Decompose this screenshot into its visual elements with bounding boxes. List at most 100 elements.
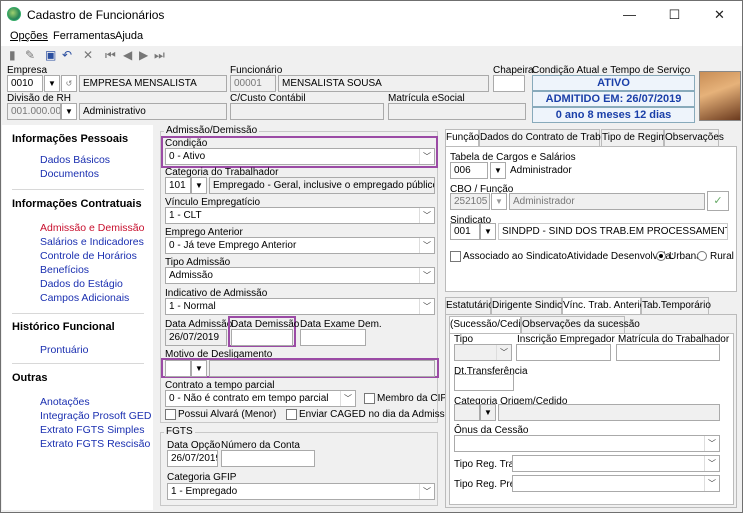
- refresh-icon[interactable]: ↺: [61, 75, 77, 92]
- sidebar-item-beneficios[interactable]: Benefícios: [40, 264, 89, 276]
- sidebar-item-anotacoes[interactable]: Anotações: [40, 396, 90, 408]
- categoria-origem-dropdown[interactable]: ▼: [480, 404, 496, 421]
- tab-observacoes[interactable]: Observações: [664, 129, 724, 146]
- associado-checkbox[interactable]: [450, 251, 461, 262]
- first-record-icon[interactable]: ⏮: [105, 48, 116, 62]
- alvara-checkbox[interactable]: [165, 409, 176, 420]
- indicativo-select[interactable]: 1 - Normal ﹀: [165, 298, 435, 315]
- sidebar-item-estagio[interactable]: Dados do Estágio: [40, 278, 123, 290]
- main-window: Cadastro de Funcionários — ☐ ✕ Opções Fe…: [0, 0, 743, 513]
- cbo-code-field[interactable]: 252105: [450, 193, 490, 210]
- sidebar-item-fgts-simples[interactable]: Extrato FGTS Simples: [40, 424, 144, 436]
- save-icon[interactable]: ▣: [45, 48, 56, 62]
- tab-sucessao-cedido[interactable]: (Sucessão/Cedido): [449, 316, 535, 334]
- data-exame-field[interactable]: [300, 329, 366, 346]
- sidebar-item-prontuario[interactable]: Prontuário: [40, 344, 88, 356]
- sidebar-section-historico: Histórico Funcional: [12, 321, 115, 333]
- rural-label: Rural: [710, 251, 734, 262]
- toolbar: ▮ ✎ ▣ ↶ ✕ ⏮ ◀ ▶ ⏭: [1, 46, 742, 64]
- next-record-icon[interactable]: ▶: [139, 48, 148, 62]
- tab-vinc-trab-anterior[interactable]: Vínc. Trab. Anterior: [562, 297, 649, 315]
- chevron-down-icon: ﹀: [419, 238, 434, 253]
- last-record-icon[interactable]: ⏭: [154, 48, 165, 62]
- gfip-select[interactable]: 1 - Empregado ﹀: [167, 483, 435, 500]
- menu-opcoes[interactable]: Opções: [10, 30, 48, 42]
- onus-select[interactable]: ﹀: [454, 435, 720, 452]
- data-opcao-field[interactable]: 26/07/2019: [167, 450, 218, 467]
- tab-observacoes-sucessao[interactable]: Observações da sucessão: [521, 316, 640, 333]
- sidebar-item-horarios[interactable]: Controle de Horários: [40, 250, 137, 262]
- sidebar-item-salarios[interactable]: Salários e Indicadores: [40, 236, 144, 248]
- custo-field[interactable]: [230, 103, 384, 120]
- cbo-dropdown-button[interactable]: ▼: [491, 193, 507, 210]
- edit-pencil-icon[interactable]: ✎: [25, 48, 35, 62]
- tipo-select[interactable]: ﹀: [454, 344, 512, 361]
- tab-temporario[interactable]: Tab.Temporário: [641, 297, 711, 314]
- inscricao-field[interactable]: [516, 344, 611, 361]
- sidebar-divider: [12, 189, 144, 190]
- sidebar-item-dados-basicos[interactable]: Dados Básicos: [40, 154, 110, 166]
- categoria-desc-field: Empregado - Geral, inclusive o empregado…: [209, 177, 435, 194]
- chapeira-field[interactable]: [493, 75, 525, 92]
- tab-dados-contrato[interactable]: Dados do Contrato de Trabalho: [479, 129, 620, 146]
- tabela-code-field[interactable]: 006: [450, 162, 488, 179]
- motivo-code-field[interactable]: [165, 360, 191, 377]
- menu-ajuda[interactable]: Ajuda: [115, 30, 143, 42]
- chevron-down-icon: ﹀: [704, 436, 719, 451]
- contrato-parcial-select[interactable]: 0 - Não é contrato em tempo parcial ﹀: [165, 390, 356, 407]
- empresa-dropdown-button[interactable]: ▼: [44, 75, 60, 92]
- matricula-trab-field[interactable]: [616, 344, 720, 361]
- vinculo-select[interactable]: 1 - CLT ﹀: [165, 207, 435, 224]
- tipo-admissao-select[interactable]: Admissão ﹀: [165, 267, 435, 284]
- sindicato-dropdown-button[interactable]: ▼: [480, 223, 496, 240]
- check-icon[interactable]: ✓: [707, 191, 729, 211]
- minimize-button[interactable]: —: [607, 1, 652, 28]
- tab-estatutario[interactable]: Estatutário: [445, 297, 494, 314]
- categoria-dropdown-button[interactable]: ▼: [191, 177, 207, 194]
- close-button[interactable]: ✕: [697, 1, 742, 28]
- categoria-origem-code[interactable]: [454, 404, 480, 421]
- delete-icon[interactable]: ✕: [83, 48, 93, 62]
- sindicato-desc-field: SINDPD - SIND DOS TRAB.EM PROCESSAMENTO …: [498, 223, 728, 240]
- sindicato-code-field[interactable]: 001: [450, 223, 480, 240]
- chevron-down-icon: ﹀: [419, 149, 434, 164]
- condicao-value: 0 - Ativo: [169, 151, 206, 162]
- conta-field[interactable]: [221, 450, 315, 467]
- tab-funcao[interactable]: Função: [445, 129, 479, 147]
- data-admissao-field[interactable]: 26/07/2019: [165, 329, 227, 346]
- divisao-dropdown-button[interactable]: ▼: [61, 103, 77, 120]
- sidebar-item-campos-adicionais[interactable]: Campos Adicionais: [40, 292, 129, 304]
- dt-transferencia-field[interactable]: [454, 374, 514, 391]
- matricula-esocial-field[interactable]: [388, 103, 526, 120]
- fgts-group-title: FGTS: [164, 426, 195, 437]
- sidebar-item-documentos[interactable]: Documentos: [40, 168, 99, 180]
- divisao-code-field[interactable]: 001.000.000: [7, 103, 61, 120]
- emprego-anterior-select[interactable]: 0 - Já teve Emprego Anterior ﹀: [165, 237, 435, 254]
- sidebar-item-prosoft-ged[interactable]: Integração Prosoft GED: [40, 410, 151, 422]
- reg-trab-select[interactable]: ﹀: [512, 455, 720, 472]
- new-document-icon[interactable]: ▮: [9, 48, 16, 62]
- undo-icon[interactable]: ↶: [62, 48, 72, 62]
- sidebar-item-fgts-rescisao[interactable]: Extrato FGTS Rescisão: [40, 438, 150, 450]
- motivo-dropdown-button[interactable]: ▼: [191, 360, 207, 377]
- reg-prev-select[interactable]: ﹀: [512, 475, 720, 492]
- urbana-radio[interactable]: [656, 251, 666, 261]
- funcionario-code-field[interactable]: 00001: [230, 75, 276, 92]
- cbo-desc-field: Administrador: [509, 193, 705, 210]
- maximize-button[interactable]: ☐: [652, 1, 697, 28]
- cipa-checkbox[interactable]: [364, 393, 375, 404]
- chevron-down-icon: ﹀: [340, 391, 355, 406]
- empresa-code-field[interactable]: 0010: [7, 75, 43, 92]
- tab-tipo-regime[interactable]: Tipo de Regime: [601, 129, 672, 146]
- caged-checkbox[interactable]: [286, 409, 297, 420]
- rural-radio[interactable]: [697, 251, 707, 261]
- tabela-dropdown-button[interactable]: ▼: [490, 162, 506, 179]
- menu-ferramentas[interactable]: Ferramentas: [53, 30, 115, 42]
- tab-dirigente-sindical[interactable]: Dirigente Sindical: [491, 297, 570, 314]
- condicao-select[interactable]: 0 - Ativo ﹀: [165, 148, 435, 165]
- categoria-code-field[interactable]: 101: [165, 177, 191, 194]
- sidebar-item-admissao[interactable]: Admissão e Demissão: [40, 222, 144, 234]
- data-demissao-field[interactable]: [231, 329, 293, 346]
- chevron-down-icon: ﹀: [704, 456, 719, 471]
- prev-record-icon[interactable]: ◀: [123, 48, 132, 62]
